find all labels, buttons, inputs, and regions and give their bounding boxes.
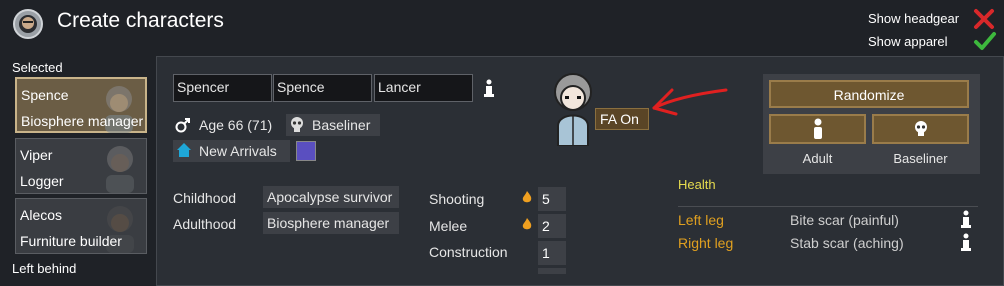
pawn-portrait — [554, 73, 592, 146]
pawn-name: Alecos — [20, 207, 63, 223]
skill-value: 1 — [538, 241, 566, 265]
page-title: Create characters — [57, 9, 224, 32]
passion-flame-icon — [522, 191, 532, 203]
development-stage-label: Adult — [802, 151, 833, 166]
xenotype-label: Baseliner — [312, 117, 371, 133]
pawn-role: Biosphere manager — [21, 113, 144, 129]
health-condition: Stab scar (aching) — [790, 235, 904, 251]
skill-value — [538, 268, 566, 274]
skill-value: 5 — [538, 187, 566, 211]
xenotype-label: Baseliner — [893, 151, 948, 166]
favorite-color-swatch[interactable] — [296, 141, 316, 161]
last-name-field[interactable]: Lancer — [374, 74, 473, 102]
pawn-card-alecos[interactable]: Alecos Furniture builder — [15, 198, 147, 254]
health-condition: Bite scar (painful) — [790, 212, 899, 228]
close-icon[interactable] — [973, 8, 995, 30]
pawn-role: Furniture builder — [20, 233, 122, 249]
pawn-name: Viper — [20, 147, 53, 163]
health-title: Health — [678, 177, 716, 192]
age-label[interactable]: Age 66 (71) — [199, 117, 272, 133]
skill-name: Construction — [429, 244, 508, 260]
health-body-part: Right leg — [678, 235, 734, 251]
show-apparel-label: Show apparel — [868, 34, 948, 49]
info-icon[interactable] — [482, 79, 496, 97]
selected-section-label: Selected — [12, 60, 63, 75]
childhood-backstory[interactable]: Apocalypse survivor — [263, 186, 399, 208]
astronaut-helmet-icon — [13, 9, 43, 39]
show-headgear-label: Show headgear — [868, 11, 960, 26]
skill-name: Shooting — [429, 191, 485, 207]
skull-icon — [291, 117, 303, 132]
info-icon[interactable] — [959, 233, 973, 251]
health-divider — [678, 206, 978, 207]
first-name-field[interactable]: Spencer — [173, 74, 272, 102]
pawn-card-viper[interactable]: Viper Logger — [15, 138, 147, 194]
xenotype-button[interactable] — [872, 114, 969, 144]
skill-name: Melee — [429, 218, 468, 234]
skill-value: 2 — [538, 214, 566, 238]
childhood-label: Childhood — [173, 190, 237, 206]
pawn-card-spence[interactable]: Spence Biosphere manager — [15, 77, 147, 133]
skull-icon — [914, 121, 927, 136]
info-icon[interactable] — [959, 210, 973, 228]
checkmark-icon[interactable] — [973, 30, 997, 52]
adulthood-label: Adulthood — [173, 216, 237, 232]
male-gender-icon — [175, 118, 190, 133]
adulthood-backstory[interactable]: Biosphere manager — [263, 212, 399, 234]
passion-flame-icon — [522, 218, 532, 230]
health-body-part: Left leg — [678, 212, 724, 228]
fa-toggle-button[interactable]: FA On — [595, 108, 649, 130]
annotation-arrow-icon — [652, 88, 728, 116]
faction-label: New Arrivals — [199, 143, 277, 159]
nickname-field[interactable]: Spence — [273, 74, 372, 102]
adult-pawn-icon — [813, 118, 822, 139]
development-stage-button[interactable] — [769, 114, 866, 144]
home-faction-icon — [177, 143, 191, 157]
pawn-name: Spence — [21, 87, 69, 103]
pawn-role: Logger — [20, 173, 64, 189]
pawn-portrait-icon — [106, 146, 134, 193]
randomize-button[interactable]: Randomize — [769, 80, 969, 108]
